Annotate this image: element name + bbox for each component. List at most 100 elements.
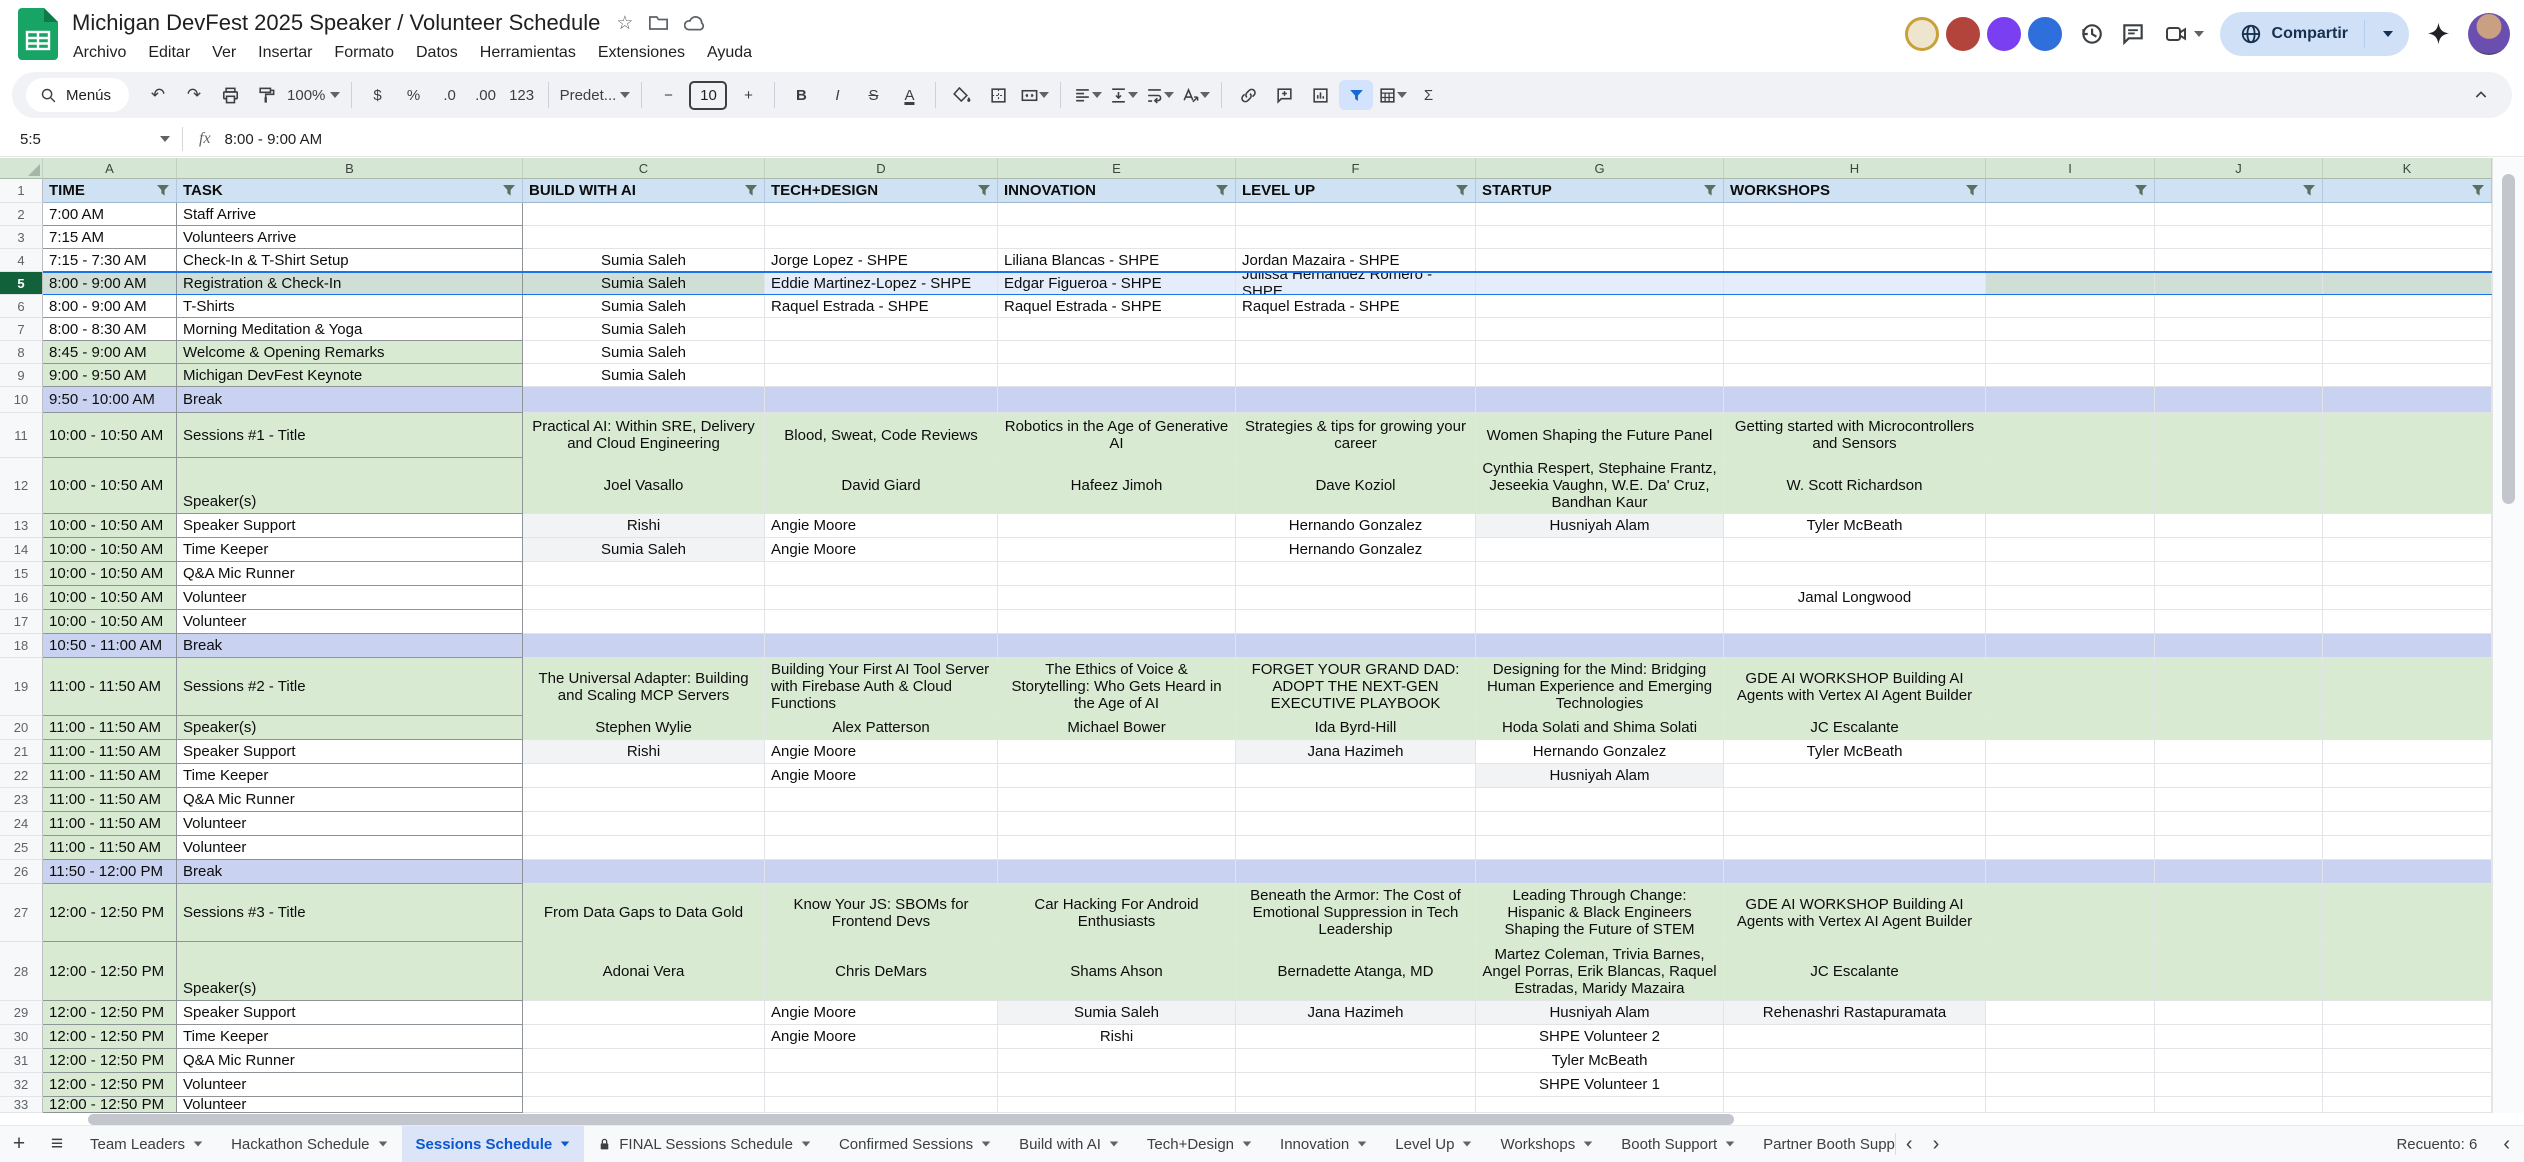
cell-F13[interactable]: Hernando Gonzalez <box>1236 514 1476 538</box>
cell-E19[interactable]: The Ethics of Voice & Storytelling: Who … <box>998 658 1236 716</box>
column-letter-A[interactable]: A <box>43 158 177 179</box>
cell-G25[interactable] <box>1476 836 1724 860</box>
cell-E32[interactable] <box>998 1073 1236 1097</box>
cell-F22[interactable] <box>1236 764 1476 788</box>
column-letter-H[interactable]: H <box>1724 158 1986 179</box>
cell-I32[interactable] <box>1986 1073 2155 1097</box>
cell-B17[interactable]: Volunteer <box>177 610 523 634</box>
cell-A33[interactable]: 12:00 - 12:50 PM <box>43 1097 177 1113</box>
cell-B9[interactable]: Michigan DevFest Keynote <box>177 364 523 387</box>
merge-cells-button[interactable] <box>1017 80 1051 110</box>
row-header-30[interactable]: 30 <box>0 1025 43 1049</box>
functions-button[interactable]: Σ <box>1411 80 1445 110</box>
cell-H9[interactable] <box>1724 364 1986 387</box>
cell-C14[interactable]: Sumia Saleh <box>523 538 765 562</box>
cell-A12[interactable]: 10:00 - 10:50 AM <box>43 458 177 514</box>
cell-F6[interactable]: Raquel Estrada - SHPE <box>1236 295 1476 318</box>
cell-J7[interactable] <box>2155 318 2323 341</box>
all-sheets-button[interactable]: ≡ <box>38 1132 76 1156</box>
cell-C4[interactable]: Sumia Saleh <box>523 249 765 272</box>
cell-A30[interactable]: 12:00 - 12:50 PM <box>43 1025 177 1049</box>
cell-J10[interactable] <box>2155 387 2323 413</box>
cell-I12[interactable] <box>1986 458 2155 514</box>
cell-F7[interactable] <box>1236 318 1476 341</box>
number-format-button[interactable]: 123 <box>505 80 539 110</box>
row-header-33[interactable]: 33 <box>0 1097 43 1113</box>
cell-I11[interactable] <box>1986 413 2155 458</box>
cell-J19[interactable] <box>2155 658 2323 716</box>
cell-I26[interactable] <box>1986 860 2155 884</box>
cell-A32[interactable]: 12:00 - 12:50 PM <box>43 1073 177 1097</box>
cell-G4[interactable] <box>1476 249 1724 272</box>
cell-D3[interactable] <box>765 226 998 249</box>
cell-J22[interactable] <box>2155 764 2323 788</box>
cell-K14[interactable] <box>2323 538 2492 562</box>
tab-tech-design[interactable]: Tech+Design <box>1133 1126 1266 1162</box>
cell-A25[interactable]: 11:00 - 11:50 AM <box>43 836 177 860</box>
cell-H10[interactable] <box>1724 387 1986 413</box>
cell-B23[interactable]: Q&A Mic Runner <box>177 788 523 812</box>
cell-D26[interactable] <box>765 860 998 884</box>
cell-C3[interactable] <box>523 226 765 249</box>
cell-A11[interactable]: 10:00 - 10:50 AM <box>43 413 177 458</box>
tab-dropdown-caret[interactable] <box>982 1141 991 1146</box>
cell-B29[interactable]: Speaker Support <box>177 1001 523 1025</box>
cell-H23[interactable] <box>1724 788 1986 812</box>
cell-H28[interactable]: JC Escalante <box>1724 942 1986 1001</box>
cell-E1[interactable]: INNOVATION <box>998 179 1236 203</box>
cell-H20[interactable]: JC Escalante <box>1724 716 1986 740</box>
cell-I29[interactable] <box>1986 1001 2155 1025</box>
cell-F1[interactable]: LEVEL UP <box>1236 179 1476 203</box>
cell-J27[interactable] <box>2155 884 2323 942</box>
cell-A26[interactable]: 11:50 - 12:00 PM <box>43 860 177 884</box>
add-sheet-button[interactable]: + <box>0 1132 38 1156</box>
cell-F28[interactable]: Bernadette Atanga, MD <box>1236 942 1476 1001</box>
cell-C9[interactable]: Sumia Saleh <box>523 364 765 387</box>
filter-funnel-icon[interactable] <box>156 184 170 197</box>
cell-D9[interactable] <box>765 364 998 387</box>
horizontal-align-button[interactable] <box>1070 80 1104 110</box>
cell-I9[interactable] <box>1986 364 2155 387</box>
cell-I16[interactable] <box>1986 586 2155 610</box>
cell-E18[interactable] <box>998 634 1236 658</box>
cell-D16[interactable] <box>765 586 998 610</box>
cell-I17[interactable] <box>1986 610 2155 634</box>
font-size-input[interactable]: 10 <box>689 81 727 110</box>
horizontal-scrollbar-thumb[interactable] <box>88 1114 1734 1125</box>
zoom-select[interactable]: 100% <box>285 80 342 110</box>
cell-K5[interactable] <box>2323 272 2492 295</box>
cell-K1[interactable] <box>2323 179 2492 203</box>
cell-A22[interactable]: 11:00 - 11:50 AM <box>43 764 177 788</box>
cell-B32[interactable]: Volunteer <box>177 1073 523 1097</box>
cell-H31[interactable] <box>1724 1049 1986 1073</box>
cell-E30[interactable]: Rishi <box>998 1025 1236 1049</box>
cell-B13[interactable]: Speaker Support <box>177 514 523 538</box>
tab-booth-support[interactable]: Booth Support <box>1607 1126 1749 1162</box>
cell-C20[interactable]: Stephen Wylie <box>523 716 765 740</box>
row-header-7[interactable]: 7 <box>0 318 43 341</box>
cell-D33[interactable] <box>765 1097 998 1113</box>
cell-D15[interactable] <box>765 562 998 586</box>
cell-J18[interactable] <box>2155 634 2323 658</box>
tab-dropdown-caret[interactable] <box>1243 1141 1252 1146</box>
cell-C15[interactable] <box>523 562 765 586</box>
decrease-decimals-button[interactable]: .0 <box>433 80 467 110</box>
cell-D1[interactable]: TECH+DESIGN <box>765 179 998 203</box>
insert-chart-button[interactable] <box>1303 80 1337 110</box>
cell-B15[interactable]: Q&A Mic Runner <box>177 562 523 586</box>
cell-G10[interactable] <box>1476 387 1724 413</box>
cell-J2[interactable] <box>2155 203 2323 226</box>
cell-B3[interactable]: Volunteers Arrive <box>177 226 523 249</box>
cell-I7[interactable] <box>1986 318 2155 341</box>
paint-format-button[interactable] <box>249 80 283 110</box>
cell-A6[interactable]: 8:00 - 9:00 AM <box>43 295 177 318</box>
cell-A21[interactable]: 11:00 - 11:50 AM <box>43 740 177 764</box>
cell-K33[interactable] <box>2323 1097 2492 1113</box>
cell-F21[interactable]: Jana Hazimeh <box>1236 740 1476 764</box>
cell-K29[interactable] <box>2323 1001 2492 1025</box>
collaborator-avatar-3[interactable] <box>1987 17 2021 51</box>
cell-I25[interactable] <box>1986 836 2155 860</box>
cell-K22[interactable] <box>2323 764 2492 788</box>
row-header-16[interactable]: 16 <box>0 586 43 610</box>
cell-C13[interactable]: Rishi <box>523 514 765 538</box>
